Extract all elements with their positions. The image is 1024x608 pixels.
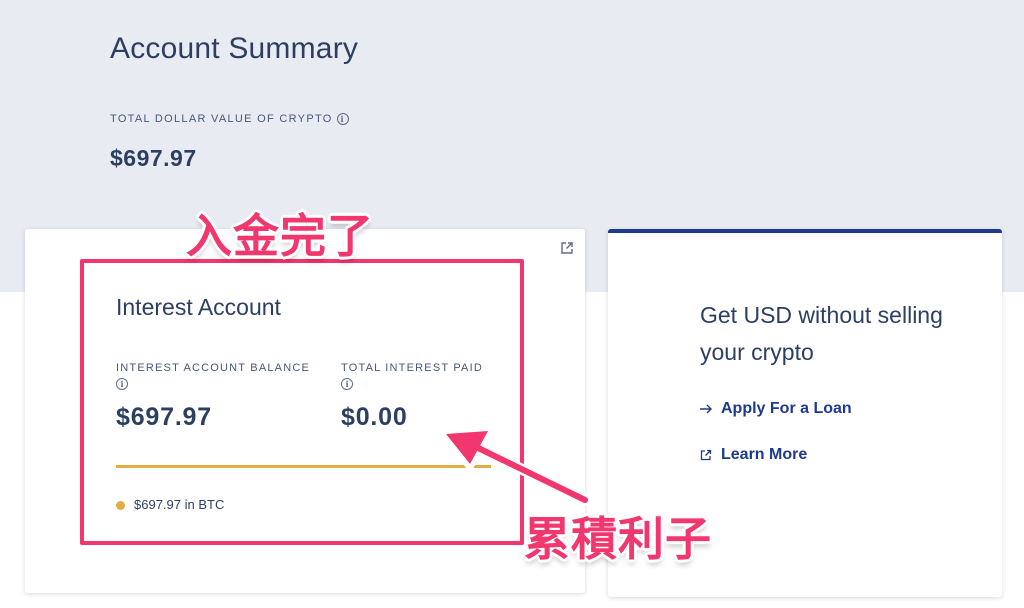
loan-promo-title: Get USD without selling your crypto xyxy=(700,302,943,365)
annotation-accrued-interest: 累積利子 xyxy=(524,512,712,566)
total-crypto-value: $697.97 xyxy=(110,145,197,171)
arrow-right-icon xyxy=(700,404,712,414)
learn-more-link[interactable]: Learn More xyxy=(699,446,807,464)
page-title: Account Summary xyxy=(110,32,359,65)
total-crypto-label-text: TOTAL DOLLAR VALUE OF CRYPTO xyxy=(110,113,333,125)
apply-loan-link[interactable]: Apply For a Loan xyxy=(699,400,852,418)
apply-loan-label: Apply For a Loan xyxy=(721,400,852,417)
annotation-highlight-box xyxy=(80,259,524,545)
learn-more-label: Learn More xyxy=(721,446,808,463)
external-link-icon[interactable] xyxy=(560,241,574,255)
total-crypto-label: TOTAL DOLLAR VALUE OF CRYPTO i xyxy=(110,113,349,125)
info-icon[interactable]: i xyxy=(336,113,349,125)
annotation-deposit-complete: 入金完了 xyxy=(186,209,374,263)
external-link-icon xyxy=(700,449,712,461)
